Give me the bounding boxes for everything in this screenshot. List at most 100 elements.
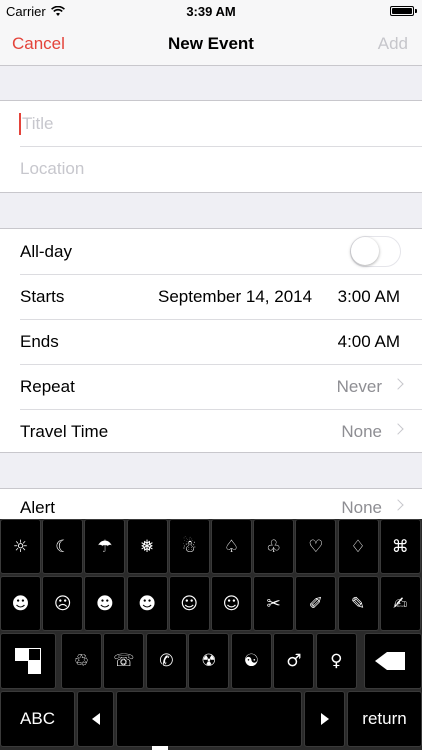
radioactive-icon: ☢ bbox=[201, 651, 217, 671]
arrow-left-icon bbox=[91, 713, 100, 725]
chevron-right-icon bbox=[392, 423, 404, 435]
yin-yang-key[interactable]: ☯ bbox=[230, 633, 272, 689]
command-icon: ⌘ bbox=[391, 536, 409, 557]
smiley-filled-icon: ☻ bbox=[11, 593, 30, 614]
smiley-icon: ☺ bbox=[180, 593, 199, 614]
symbol-keyboard: ☼ ☾ ☂ ❅ ☃ ♤ ♧ ♡ ♢ ⌘ ☻ ☹ ☻ ☻ ☺ ☺ ✂ ✐ ✎ ✍ ♲ ☏ ✆ ☢ ☯ ♂ ♀ ABC return bbox=[0, 519, 422, 750]
travel-time-row[interactable]: Travel Time None bbox=[0, 409, 422, 454]
umbrella-icon: ☂ bbox=[97, 536, 113, 557]
repeat-value: Never bbox=[336, 377, 382, 396]
cursor-left-key[interactable] bbox=[77, 691, 114, 747]
diamond-key[interactable]: ♢ bbox=[337, 519, 379, 574]
travel-time-label: Travel Time bbox=[20, 422, 109, 441]
recycle-key[interactable]: ♲ bbox=[60, 633, 102, 689]
ends-row[interactable]: Ends 4:00 AM bbox=[0, 319, 422, 364]
starts-row[interactable]: Starts September 14, 2014 3:00 AM bbox=[0, 274, 422, 319]
text-caret bbox=[19, 113, 21, 135]
smiley-key[interactable]: ☺ bbox=[210, 576, 252, 631]
keyboard-row-1: ☼ ☾ ☂ ❅ ☃ ♤ ♧ ♡ ♢ ⌘ bbox=[0, 519, 422, 575]
sun-icon: ☼ bbox=[12, 536, 29, 557]
male-key[interactable]: ♂ bbox=[273, 633, 315, 689]
scissors-key[interactable]: ✂ bbox=[253, 576, 295, 631]
smiley-key[interactable]: ☺ bbox=[168, 576, 210, 631]
date-group: All-day Starts September 14, 2014 3:00 A… bbox=[0, 228, 422, 453]
telephone-key[interactable]: ☏ bbox=[103, 633, 145, 689]
smiley-icon: ☺ bbox=[222, 593, 241, 614]
chevron-right-icon bbox=[392, 378, 404, 390]
spade-icon: ♤ bbox=[223, 536, 240, 557]
status-bar: Carrier 3:39 AM bbox=[0, 0, 422, 22]
alert-label: Alert bbox=[20, 498, 55, 517]
delete-key[interactable] bbox=[364, 633, 422, 689]
page-title: New Event bbox=[168, 34, 254, 53]
arrow-right-icon bbox=[320, 713, 329, 725]
title-location-group: Title Location bbox=[0, 100, 422, 193]
spade-key[interactable]: ♤ bbox=[210, 519, 252, 574]
heart-icon: ♡ bbox=[308, 536, 324, 557]
repeat-row[interactable]: Repeat Never bbox=[0, 364, 422, 409]
command-key[interactable]: ⌘ bbox=[379, 519, 421, 574]
moon-key[interactable]: ☾ bbox=[42, 519, 84, 574]
radioactive-key[interactable]: ☢ bbox=[188, 633, 230, 689]
location-input[interactable]: Location bbox=[20, 159, 84, 179]
keyboard-row-2: ☻ ☹ ☻ ☻ ☺ ☺ ✂ ✐ ✎ ✍ bbox=[0, 576, 422, 632]
face-icon: ☻ bbox=[138, 593, 156, 614]
starts-time: 3:00 AM bbox=[337, 287, 400, 306]
male-icon: ♂ bbox=[286, 651, 302, 671]
travel-time-value: None bbox=[341, 422, 382, 441]
pencil-key[interactable]: ✎ bbox=[337, 576, 379, 631]
title-row[interactable]: Title bbox=[0, 101, 422, 146]
grid-icon bbox=[14, 648, 41, 674]
moon-icon: ☾ bbox=[55, 536, 71, 557]
phone-icon: ✆ bbox=[159, 651, 174, 671]
alert-value: None bbox=[341, 498, 382, 517]
starts-date: September 14, 2014 bbox=[158, 287, 313, 306]
cursor-right-key[interactable] bbox=[304, 691, 345, 747]
layout-switch-key[interactable] bbox=[0, 633, 56, 689]
location-row[interactable]: Location bbox=[0, 146, 422, 191]
female-icon: ♀ bbox=[330, 651, 343, 671]
phone-key[interactable]: ✆ bbox=[145, 633, 187, 689]
ends-time: 4:00 AM bbox=[337, 332, 400, 351]
navigation-bar: Cancel New Event Add bbox=[0, 22, 422, 66]
page-indicator bbox=[152, 746, 168, 750]
repeat-label: Repeat bbox=[20, 377, 75, 396]
sun-key[interactable]: ☼ bbox=[0, 519, 41, 574]
club-icon: ♧ bbox=[266, 536, 282, 557]
all-day-row: All-day bbox=[0, 229, 422, 274]
all-day-toggle[interactable] bbox=[350, 236, 401, 267]
umbrella-key[interactable]: ☂ bbox=[84, 519, 126, 574]
snowflake-icon: ❅ bbox=[139, 536, 155, 557]
yin-yang-icon: ☯ bbox=[243, 651, 259, 671]
recycle-icon: ♲ bbox=[73, 651, 89, 671]
frown-key[interactable]: ☹ bbox=[42, 576, 84, 631]
clock: 3:39 AM bbox=[186, 4, 236, 19]
face-key[interactable]: ☻ bbox=[84, 576, 126, 631]
pencil-icon: ✐ bbox=[308, 593, 323, 614]
abc-key[interactable]: ABC bbox=[0, 691, 75, 747]
club-key[interactable]: ♧ bbox=[253, 519, 295, 574]
title-input[interactable]: Title bbox=[22, 114, 54, 134]
snowman-icon: ☃ bbox=[181, 536, 197, 557]
ends-label: Ends bbox=[20, 332, 59, 351]
snowman-key[interactable]: ☃ bbox=[168, 519, 210, 574]
writing-hand-icon: ✍ bbox=[393, 593, 408, 614]
backspace-icon bbox=[375, 652, 406, 670]
keyboard-row-4: ABC return bbox=[0, 691, 422, 747]
face-key[interactable]: ☻ bbox=[126, 576, 168, 631]
snowflake-key[interactable]: ❅ bbox=[126, 519, 168, 574]
female-key[interactable]: ♀ bbox=[315, 633, 357, 689]
keyboard-row-3: ♲ ☏ ✆ ☢ ☯ ♂ ♀ bbox=[0, 633, 422, 690]
writing-hand-key[interactable]: ✍ bbox=[379, 576, 421, 631]
return-key[interactable]: return bbox=[347, 691, 422, 747]
chevron-right-icon bbox=[392, 499, 404, 511]
scissors-icon: ✂ bbox=[266, 593, 281, 614]
pencil-key[interactable]: ✐ bbox=[295, 576, 337, 631]
toggle-knob bbox=[351, 237, 379, 265]
smiley-filled-key[interactable]: ☻ bbox=[0, 576, 41, 631]
battery-icon bbox=[390, 6, 417, 16]
heart-key[interactable]: ♡ bbox=[295, 519, 337, 574]
add-button[interactable]: Add bbox=[378, 34, 408, 54]
space-key[interactable] bbox=[116, 691, 302, 747]
starts-label: Starts bbox=[20, 287, 65, 306]
